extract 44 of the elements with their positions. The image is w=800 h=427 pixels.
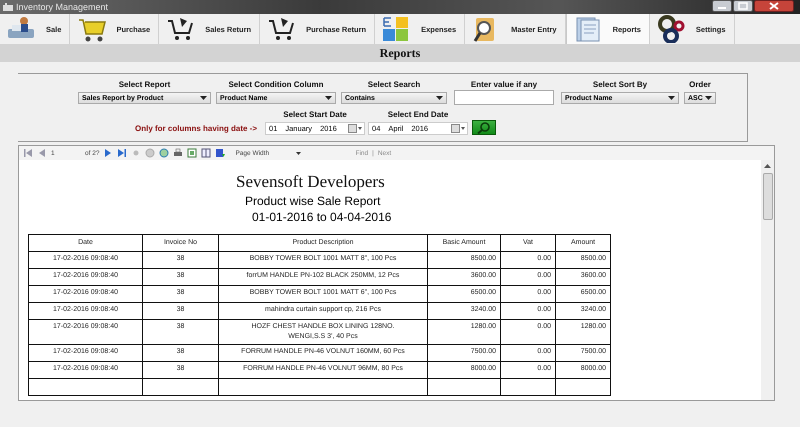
caret-icon	[668, 96, 675, 100]
calendar-icon	[348, 124, 362, 133]
page-title: Reports	[380, 46, 420, 60]
field-label: Select Sort By	[592, 80, 648, 89]
date-note: Only for columns having date ->	[135, 124, 258, 133]
field-label: Select Start Date	[283, 110, 347, 119]
gears-icon	[656, 15, 686, 43]
minimize-icon[interactable]	[712, 0, 732, 12]
refresh-icon[interactable]	[159, 148, 170, 158]
search-button[interactable]	[472, 120, 496, 135]
cart-arrow-icon	[266, 15, 296, 43]
calendar-icon	[451, 124, 466, 133]
caret-icon	[200, 96, 207, 100]
next-page-icon[interactable]	[103, 148, 114, 158]
export-icon[interactable]	[215, 148, 228, 158]
previous-page-icon[interactable]	[37, 148, 47, 158]
caret-icon	[296, 152, 302, 154]
app-icon	[3, 3, 13, 11]
page-setup-icon[interactable]	[201, 148, 212, 158]
search-icon	[477, 122, 492, 134]
scroll-up-icon	[764, 164, 771, 168]
field-label: Select Report	[118, 80, 170, 89]
field-label: Select Search	[368, 80, 420, 89]
maximize-icon[interactable]	[733, 0, 753, 12]
cart-arrow-icon	[165, 15, 196, 43]
first-page-icon[interactable]	[23, 148, 33, 158]
field-label: Order	[689, 80, 711, 89]
page-layout-icon[interactable]	[187, 148, 198, 158]
print-icon[interactable]	[173, 148, 184, 158]
report-title: Product wise Sale Report	[245, 194, 380, 208]
caret-icon	[705, 96, 712, 100]
last-page-icon[interactable]	[117, 148, 128, 158]
field-label: Select End Date	[388, 110, 448, 119]
scroll-thumb[interactable]	[762, 173, 772, 220]
field-label: Select Condition Column	[228, 80, 324, 89]
scrollbar[interactable]	[761, 160, 774, 400]
caret-icon	[325, 96, 332, 100]
input-field[interactable]	[454, 90, 554, 105]
report-period: 01-01-2016 to 04-04-2016	[252, 210, 392, 224]
field-label: Enter value if any	[470, 80, 538, 89]
window-title: Inventory Management	[16, 2, 108, 12]
company-name: Sevensoft Developers	[236, 172, 385, 192]
close-icon[interactable]	[754, 0, 794, 12]
caret-icon	[436, 96, 443, 100]
